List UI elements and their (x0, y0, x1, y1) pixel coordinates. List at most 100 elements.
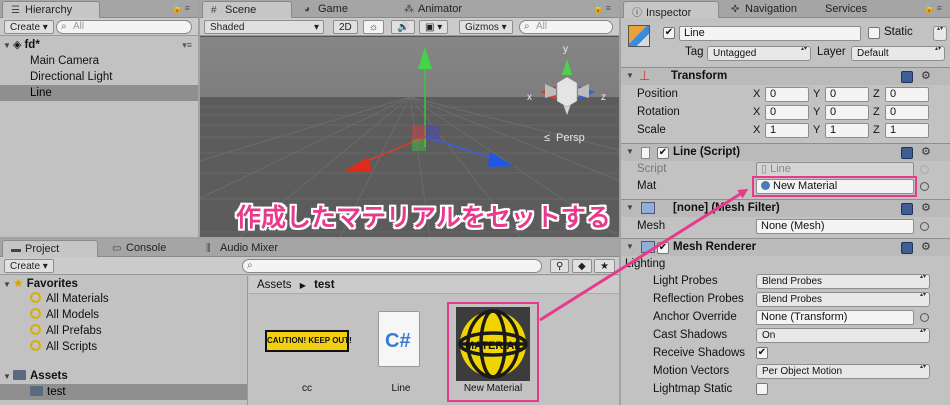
object-picker-icon[interactable] (920, 313, 929, 322)
layer-dropdown[interactable]: Default (851, 46, 945, 61)
expand-arrow-icon[interactable]: ▼ (626, 71, 634, 80)
assets-folder-row[interactable]: ▼ Assets (0, 368, 247, 384)
mesh-field[interactable]: None (Mesh) (756, 219, 914, 234)
create-dropdown[interactable]: Create ▾ (4, 259, 54, 273)
position-z-field[interactable]: 0 (885, 87, 929, 102)
settings-gear-icon[interactable]: ⚙ (921, 201, 931, 214)
mesh-filter-header[interactable]: ▼ [none] (Mesh Filter) ⚙ (621, 199, 950, 217)
tab-services[interactable]: Services (817, 1, 875, 18)
position-y-field[interactable]: 0 (825, 87, 869, 102)
expand-arrow-icon[interactable]: ▼ (3, 369, 13, 385)
favorite-all-scripts[interactable]: All Scripts (0, 339, 247, 355)
rotation-y-field[interactable]: 0 (825, 105, 869, 120)
mesh-renderer-header[interactable]: ▼ ✔ Mesh Renderer ⚙ (621, 238, 950, 256)
scene-search-input[interactable]: ⌕ All (519, 20, 613, 34)
hierarchy-search-input[interactable]: ⌕ All (56, 20, 192, 34)
axis-x-label: X (753, 106, 761, 118)
asset-item-cc[interactable]: CAUTION! KEEP OUT! cc (262, 301, 352, 401)
reflection-probes-dropdown[interactable]: Blend Probes (756, 292, 930, 307)
help-book-icon[interactable] (901, 147, 913, 159)
object-picker-icon[interactable] (920, 222, 929, 231)
receive-shadows-checkbox[interactable]: ✔ (756, 347, 768, 359)
favorite-all-prefabs[interactable]: All Prefabs (0, 323, 247, 339)
object-picker-icon[interactable] (920, 182, 929, 191)
tab-inspector[interactable]: ⓘ Inspector (623, 1, 719, 19)
axis-y-label: Y (813, 106, 821, 118)
scale-x-field[interactable]: 1 (765, 123, 809, 138)
static-dropdown[interactable] (933, 26, 947, 41)
lock-menu-icon[interactable]: 🔒≡ (924, 3, 944, 14)
create-dropdown[interactable]: Create ▾ (4, 20, 54, 34)
lighting-toggle-icon[interactable]: ☼ (363, 20, 385, 34)
active-checkbox[interactable]: ✔ (663, 27, 675, 39)
tab-scene[interactable]: # Scene (202, 1, 292, 18)
tab-project[interactable]: ▬ Project (2, 240, 98, 257)
transform-header[interactable]: ▼ ⊥ Transform ⚙ (621, 67, 950, 85)
tab-console[interactable]: ▭ Console (104, 240, 174, 257)
breadcrumb-assets[interactable]: Assets (257, 279, 292, 291)
lock-menu-icon[interactable]: 🔒≡ (593, 3, 613, 14)
tab-animator[interactable]: ⁂ Animator (396, 1, 470, 18)
asset-item-line[interactable]: C# Line (356, 301, 446, 401)
tab-game[interactable]: ◕ Game (296, 1, 356, 18)
tab-audio-mixer[interactable]: ⫼ Audio Mixer (198, 240, 286, 257)
expand-arrow-icon[interactable]: ▼ (626, 242, 634, 251)
hierarchy-item-directional-light[interactable]: Directional Light (0, 69, 198, 85)
audio-toggle-icon[interactable]: 🔊 (391, 20, 416, 34)
list-icon: ☰ (11, 5, 20, 16)
hierarchy-item-main-camera[interactable]: Main Camera (0, 53, 198, 69)
help-book-icon[interactable] (901, 242, 913, 254)
scale-z-field[interactable]: 1 (885, 123, 929, 138)
gizmos-dropdown[interactable]: Gizmos ▾ (459, 20, 513, 34)
expand-arrow-icon[interactable]: ▼ (3, 38, 13, 54)
assets-folder-test[interactable]: test (0, 384, 247, 400)
lightmap-static-checkbox[interactable] (756, 383, 768, 395)
line-script-header[interactable]: ▼ ✔ Line (Script) ⚙ (621, 143, 950, 161)
anchor-override-field[interactable]: None (Transform) (756, 310, 914, 325)
favorite-star-icon[interactable]: ★ (594, 259, 615, 273)
scale-y-field[interactable]: 1 (825, 123, 869, 138)
axis-y-label: Y (813, 124, 821, 136)
hierarchy-toolbar: Create ▾ ⌕ All (0, 18, 198, 36)
breadcrumb-test[interactable]: test (314, 279, 334, 291)
scene-menu-icon[interactable]: ▾≡ (182, 37, 192, 53)
cast-shadows-dropdown[interactable]: On (756, 328, 930, 343)
toggle-2d-button[interactable]: 2D (333, 20, 358, 34)
settings-gear-icon[interactable]: ⚙ (921, 240, 931, 253)
rotation-z-field[interactable]: 0 (885, 105, 929, 120)
hierarchy-tabbar: ☰ Hierarchy 🔒≡ (0, 0, 198, 18)
hierarchy-item-line[interactable]: Line (0, 85, 198, 101)
settings-gear-icon[interactable]: ⚙ (921, 145, 931, 158)
position-x-field[interactable]: 0 (765, 87, 809, 102)
lock-menu-icon[interactable]: 🔒≡ (172, 3, 192, 14)
shading-dropdown[interactable]: Shaded ▾ (204, 20, 324, 34)
motion-vectors-dropdown[interactable]: Per Object Motion (756, 364, 930, 379)
script-field: ▯ Line (756, 162, 914, 177)
filter-by-label-icon[interactable]: ◆ (572, 259, 592, 273)
tab-hierarchy[interactable]: ☰ Hierarchy (2, 1, 100, 18)
lighting-foldout[interactable]: Lighting (621, 255, 950, 273)
object-name-field[interactable]: Line (679, 26, 861, 41)
tag-dropdown[interactable]: Untagged (707, 46, 811, 61)
favorite-all-models[interactable]: All Models (0, 307, 247, 323)
settings-gear-icon[interactable]: ⚙ (921, 69, 931, 82)
effects-dropdown-icon[interactable]: ▣ ▾ (419, 20, 449, 34)
persp-label[interactable]: Persp (556, 132, 585, 144)
renderer-row-reflection-probes: Reflection Probes Blend Probes (621, 290, 950, 308)
expand-arrow-icon[interactable]: ▼ (626, 147, 634, 156)
help-book-icon[interactable] (901, 71, 913, 83)
help-book-icon[interactable] (901, 203, 913, 215)
light-probes-dropdown[interactable]: Blend Probes (756, 274, 930, 289)
filter-by-type-icon[interactable]: ⚲ (550, 259, 570, 273)
tab-navigation[interactable]: ✜ Navigation (723, 1, 805, 18)
script-file-icon (641, 147, 650, 159)
line-script-enabled-checkbox[interactable]: ✔ (657, 147, 669, 159)
favorite-all-materials[interactable]: All Materials (0, 291, 247, 307)
expand-arrow-icon[interactable]: ▼ (626, 203, 634, 212)
project-search-input[interactable]: ⌕ (242, 259, 542, 273)
scene-root-row[interactable]: ▼ ◈ fd* ▾≡ (0, 37, 198, 53)
rotation-x-field[interactable]: 0 (765, 105, 809, 120)
favorites-row[interactable]: ▼ ★ Favorites (0, 275, 247, 291)
static-checkbox[interactable] (868, 27, 880, 39)
mesh-renderer-enabled-checkbox[interactable]: ✔ (657, 242, 669, 254)
